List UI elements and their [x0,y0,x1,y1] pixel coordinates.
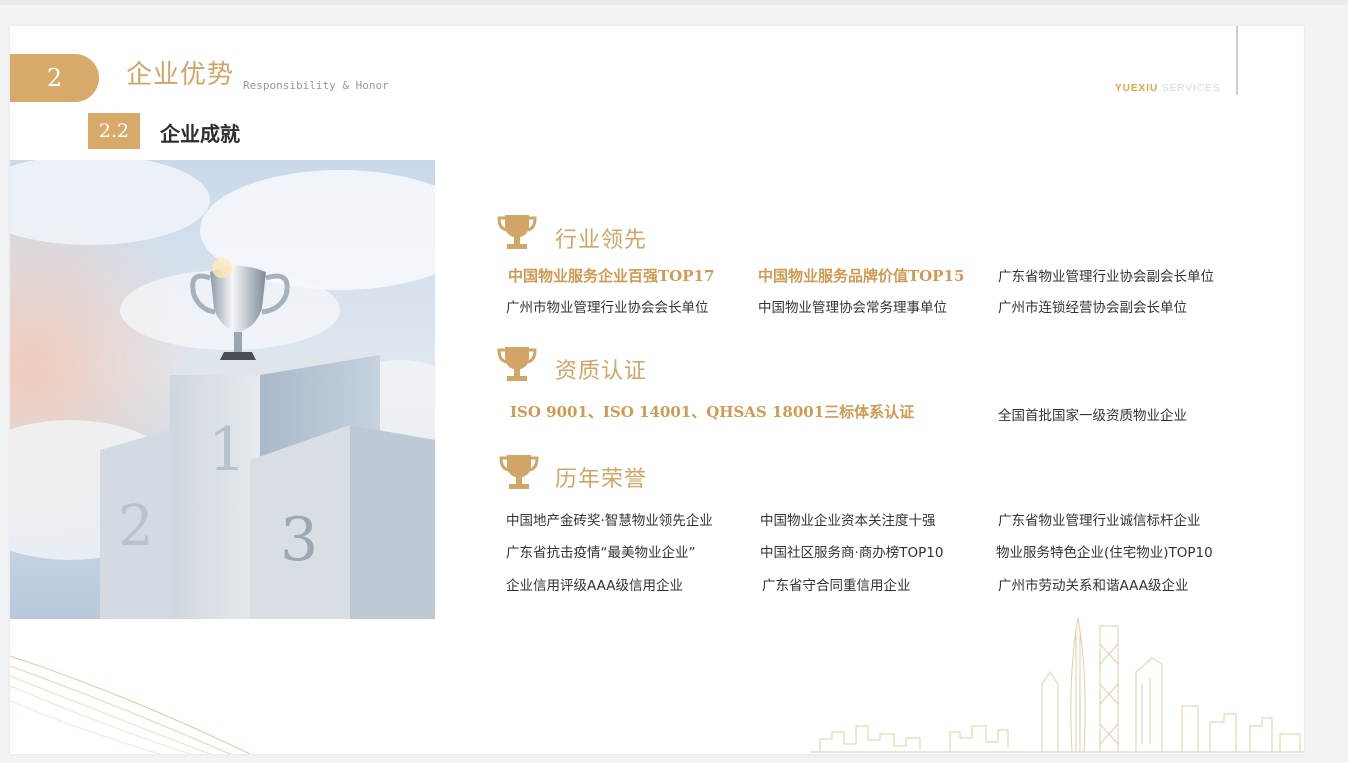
honor-item: 中国物业服务企业百强TOP17 [508,267,715,285]
honor-item: ISO 9001、ISO 14001、QHSAS 18001三标体系认证 [510,403,915,421]
section-number: 2 [46,64,63,92]
subsection-title: 企业成就 [160,122,240,146]
honor-item: 广东省守合同重信用企业 [762,578,911,594]
brand-divider [1236,26,1238,95]
subsection-number: 2.2 [98,120,130,142]
category-title-annual-honors: 历年荣誉 [555,467,648,492]
honor-item: 中国地产金砖奖·智慧物业领先企业 [506,513,713,529]
honor-item: 全国首批国家一级资质物业企业 [998,408,1187,424]
section-title: 企业优势 [126,60,235,90]
decorative-curves [10,655,251,754]
honor-item: 中国物业企业资本关注度十强 [760,513,936,529]
podium-label-2: 2 [118,494,154,559]
honor-item: 广东省抗击疫情“最美物业企业” [506,545,696,561]
slide: 2 企业优势 Responsibility & Honor YUEXIU SER… [10,26,1304,754]
brand-primary: YUEXIU [1115,83,1159,94]
honor-item: 中国物业管理协会常务理事单位 [758,300,947,316]
podium-label-1: 1 [208,415,246,485]
honor-item: 广州市物业管理行业协会会长单位 [506,300,709,316]
category-title-industry-lead: 行业领先 [555,228,648,253]
section-subtitle: Responsibility & Honor [243,79,389,92]
honor-item: 广东省物业管理行业诚信标杆企业 [998,513,1201,529]
category-title-certification: 资质认证 [555,359,648,384]
subsection-number-badge: 2.2 [88,113,140,149]
brand-logo: YUEXIU SERVICES [1115,83,1220,94]
honor-item: 中国物业服务品牌价值TOP15 [758,267,965,285]
brand-secondary: SERVICES [1162,83,1221,94]
honor-item: 广东省物业管理行业协会副会长单位 [998,269,1214,285]
trophy-icon [497,347,537,381]
honor-item: 广州市连锁经营协会副会长单位 [998,300,1187,316]
city-skyline-illustration [810,617,1304,753]
honor-item: 中国社区服务商·商办榜TOP10 [760,545,944,561]
honor-item: 广州市劳动关系和谐AAA级企业 [998,578,1189,594]
trophy-icon [497,215,537,249]
podium-label-3: 3 [280,505,318,575]
section-number-tab: 2 [10,54,99,102]
top-divider [0,0,1348,5]
trophy-icon [499,455,539,489]
honor-item: 企业信用评级AAA级信用企业 [506,578,683,594]
honor-item: 物业服务特色企业(住宅物业)TOP10 [996,545,1213,561]
podium-trophy-photo: 1 2 3 [10,160,435,619]
